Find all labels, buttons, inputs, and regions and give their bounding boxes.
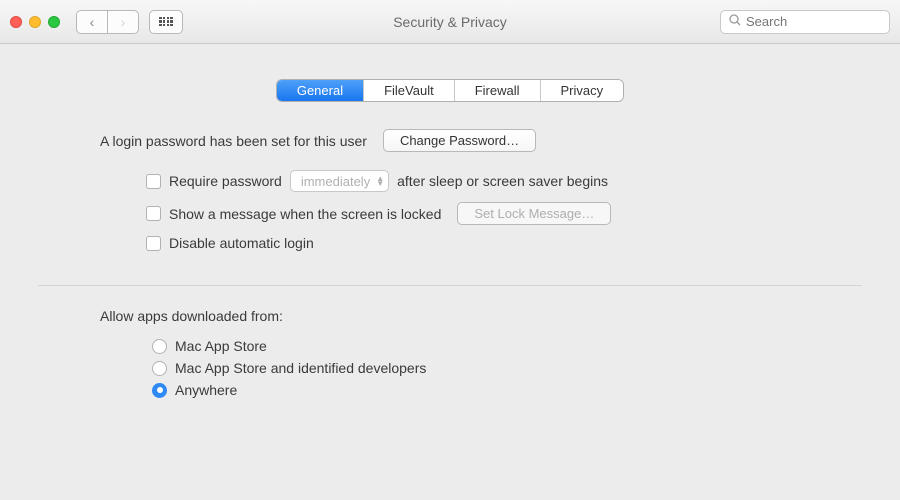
chevron-left-icon: ‹	[90, 14, 95, 30]
minimize-window-button[interactable]	[29, 16, 41, 28]
set-lock-message-button[interactable]: Set Lock Message…	[457, 202, 611, 225]
allow-option-label: Mac App Store and identified developers	[175, 360, 426, 376]
require-password-suffix: after sleep or screen saver begins	[397, 173, 608, 189]
require-password-delay-value: immediately	[301, 174, 370, 189]
change-password-button[interactable]: Change Password…	[383, 129, 536, 152]
disable-auto-login-label: Disable automatic login	[169, 235, 314, 251]
allow-anywhere-radio[interactable]	[152, 383, 167, 398]
tab-firewall[interactable]: Firewall	[454, 80, 540, 101]
allow-apps-radiogroup: Mac App Store Mac App Store and identifi…	[152, 338, 900, 398]
search-icon	[729, 14, 741, 29]
chevron-right-icon: ›	[121, 14, 126, 30]
updown-icon: ▲▼	[376, 176, 384, 186]
window-title: Security & Privacy	[393, 14, 507, 30]
tab-privacy[interactable]: Privacy	[540, 80, 624, 101]
allow-mac-app-store-radio[interactable]	[152, 339, 167, 354]
disable-auto-login-checkbox[interactable]	[146, 236, 161, 251]
tab-general[interactable]: General	[277, 80, 363, 101]
content-pane: General FileVault Firewall Privacy A log…	[0, 80, 900, 398]
require-password-checkbox[interactable]	[146, 174, 161, 189]
divider	[38, 285, 862, 286]
back-button[interactable]: ‹	[76, 10, 108, 34]
nav-buttons: ‹ ›	[76, 10, 139, 34]
allow-option-label: Anywhere	[175, 382, 237, 398]
require-password-label: Require password	[169, 173, 282, 189]
zoom-window-button[interactable]	[48, 16, 60, 28]
show-all-button[interactable]	[149, 10, 183, 34]
forward-button[interactable]: ›	[107, 10, 139, 34]
allow-apps-label: Allow apps downloaded from:	[100, 308, 900, 324]
grid-icon	[159, 17, 173, 27]
allow-option-label: Mac App Store	[175, 338, 267, 354]
allow-identified-developers-radio[interactable]	[152, 361, 167, 376]
require-password-delay-select[interactable]: immediately ▲▼	[290, 170, 389, 192]
search-input[interactable]	[746, 14, 881, 29]
tab-filevault[interactable]: FileVault	[363, 80, 454, 101]
titlebar: ‹ › Security & Privacy	[0, 0, 900, 44]
show-message-checkbox[interactable]	[146, 206, 161, 221]
close-window-button[interactable]	[10, 16, 22, 28]
tab-bar: General FileVault Firewall Privacy	[0, 80, 900, 101]
window-controls	[10, 16, 60, 28]
show-message-label: Show a message when the screen is locked	[169, 206, 441, 222]
login-password-label: A login password has been set for this u…	[100, 133, 367, 149]
search-field[interactable]	[720, 10, 890, 34]
general-pane: A login password has been set for this u…	[0, 101, 900, 251]
